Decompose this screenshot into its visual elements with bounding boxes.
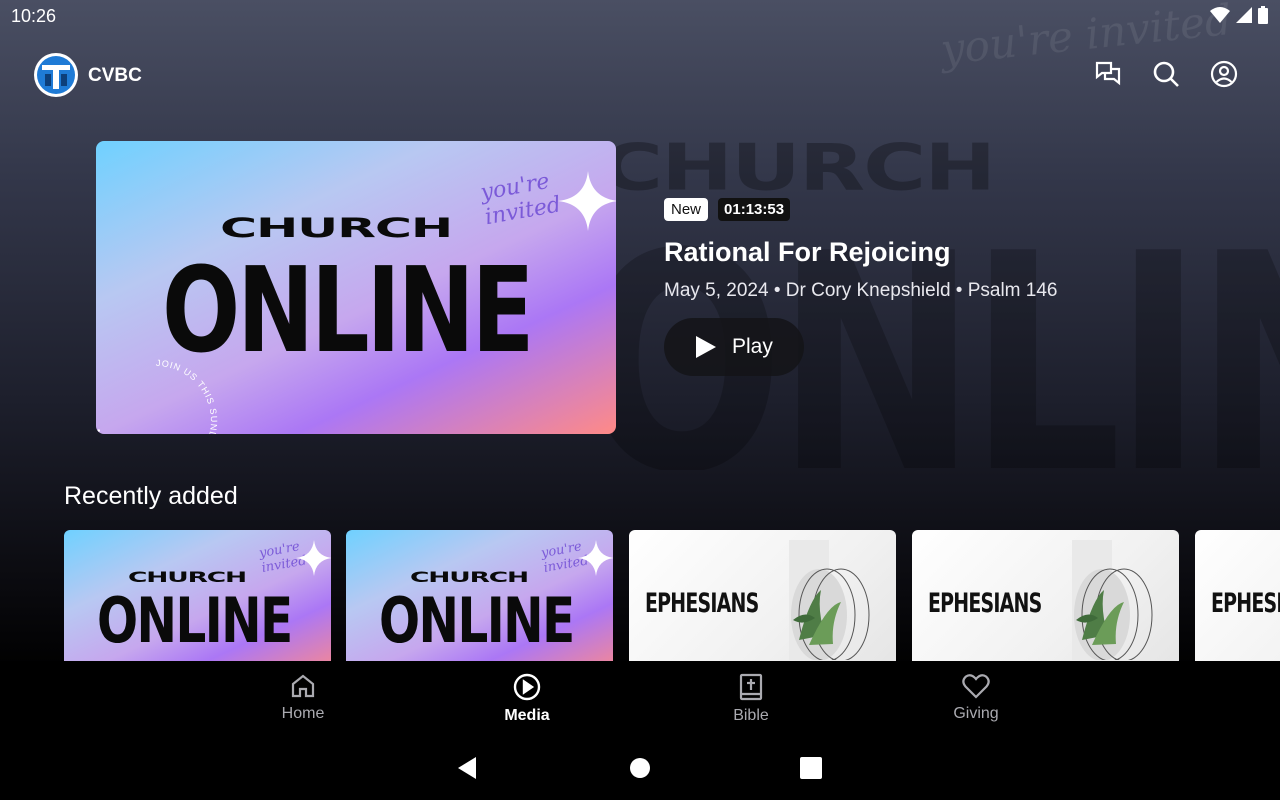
app-bar: CVBC: [0, 52, 1280, 100]
recently-added-title: Recently added: [64, 482, 238, 510]
plant-illustration: [1072, 540, 1153, 660]
play-button-label: Play: [732, 335, 773, 358]
media-card[interactable]: EPHESIANS: [1195, 530, 1280, 661]
nav-label-giving: Giving: [953, 705, 999, 722]
media-card[interactable]: you're invited CHURCH ONLINE: [64, 530, 331, 661]
back-icon[interactable]: [456, 756, 480, 780]
play-circle-icon: [513, 673, 541, 701]
system-navigation: [0, 736, 1280, 800]
app-actions: [1092, 58, 1240, 90]
search-icon: [1153, 61, 1179, 87]
media-card[interactable]: EPHESIANS: [629, 530, 896, 661]
recently-added-rail[interactable]: you're invited CHURCH ONLINE you're invi…: [64, 530, 1280, 661]
nav-label-media: Media: [504, 707, 550, 724]
hero-artwork[interactable]: you're invited CHURCH ONLINE JOIN US THI…: [96, 141, 616, 434]
sparkle-icon: [578, 540, 613, 576]
card-ephesians-title: EPHESIANS: [645, 588, 759, 619]
media-card[interactable]: you're invited CHURCH ONLINE: [346, 530, 613, 661]
nav-label-bible: Bible: [733, 707, 769, 724]
card-ephesians-title: EPHESIANS: [1211, 588, 1280, 619]
nav-item-home[interactable]: Home: [243, 673, 363, 723]
battery-icon: [1258, 6, 1268, 24]
app-name: CVBC: [88, 65, 142, 86]
hero-badges: New 01:13:53: [664, 198, 1058, 221]
signal-icon: [1236, 7, 1252, 23]
media-card[interactable]: EPHESIANS: [912, 530, 1179, 661]
chat-button[interactable]: [1092, 58, 1124, 90]
logo-mark-icon: [37, 56, 75, 94]
svg-text:JOIN US THIS SUNDAY • JOIN US: JOIN US THIS SUNDAY • JOIN US THIS SUNDA…: [96, 358, 219, 434]
recents-icon[interactable]: [799, 756, 823, 780]
card-online: ONLINE: [379, 584, 575, 657]
account-icon: [1210, 60, 1238, 88]
sparkle-icon: [558, 171, 616, 231]
hero-meta: May 5, 2024 • Dr Cory Knepshield • Psalm…: [664, 280, 1058, 301]
duration-badge: 01:13:53: [718, 198, 791, 221]
bible-icon: [739, 673, 763, 701]
plant-illustration: [789, 540, 870, 660]
nav-label-home: Home: [281, 705, 325, 722]
bottom-navigation: Home Media Bible Giving: [0, 661, 1280, 736]
play-icon: [696, 336, 716, 358]
nav-item-bible[interactable]: Bible: [691, 673, 811, 725]
hero-art-church: CHURCH: [220, 213, 453, 244]
hero-art-ring: JOIN US THIS SUNDAY • JOIN US THIS SUNDA…: [96, 358, 219, 434]
background-church-text: CHURCH: [600, 130, 996, 205]
status-time: 10:26: [11, 6, 57, 26]
card-ephesians-title: EPHESIANS: [928, 588, 1042, 619]
account-button[interactable]: [1208, 58, 1240, 90]
home-circle-icon[interactable]: [628, 756, 652, 780]
new-badge: New: [664, 198, 709, 221]
heart-icon: [962, 674, 990, 699]
play-button[interactable]: Play: [664, 318, 804, 376]
hero-info: New 01:13:53 Rational For Rejoicing May …: [664, 198, 1058, 376]
sparkle-icon: [296, 540, 331, 576]
home-icon: [291, 674, 315, 698]
hero-art-ring-text: JOIN US THIS SUNDAY • JOIN US THIS SUNDA…: [96, 358, 218, 434]
hero-title: Rational For Rejoicing: [664, 237, 951, 267]
search-button[interactable]: [1150, 58, 1182, 90]
nav-item-giving[interactable]: Giving: [916, 673, 1036, 723]
card-online: ONLINE: [97, 584, 293, 657]
chat-icon: [1095, 61, 1121, 86]
nav-item-media[interactable]: Media: [467, 673, 587, 725]
church-logo[interactable]: [34, 53, 78, 97]
